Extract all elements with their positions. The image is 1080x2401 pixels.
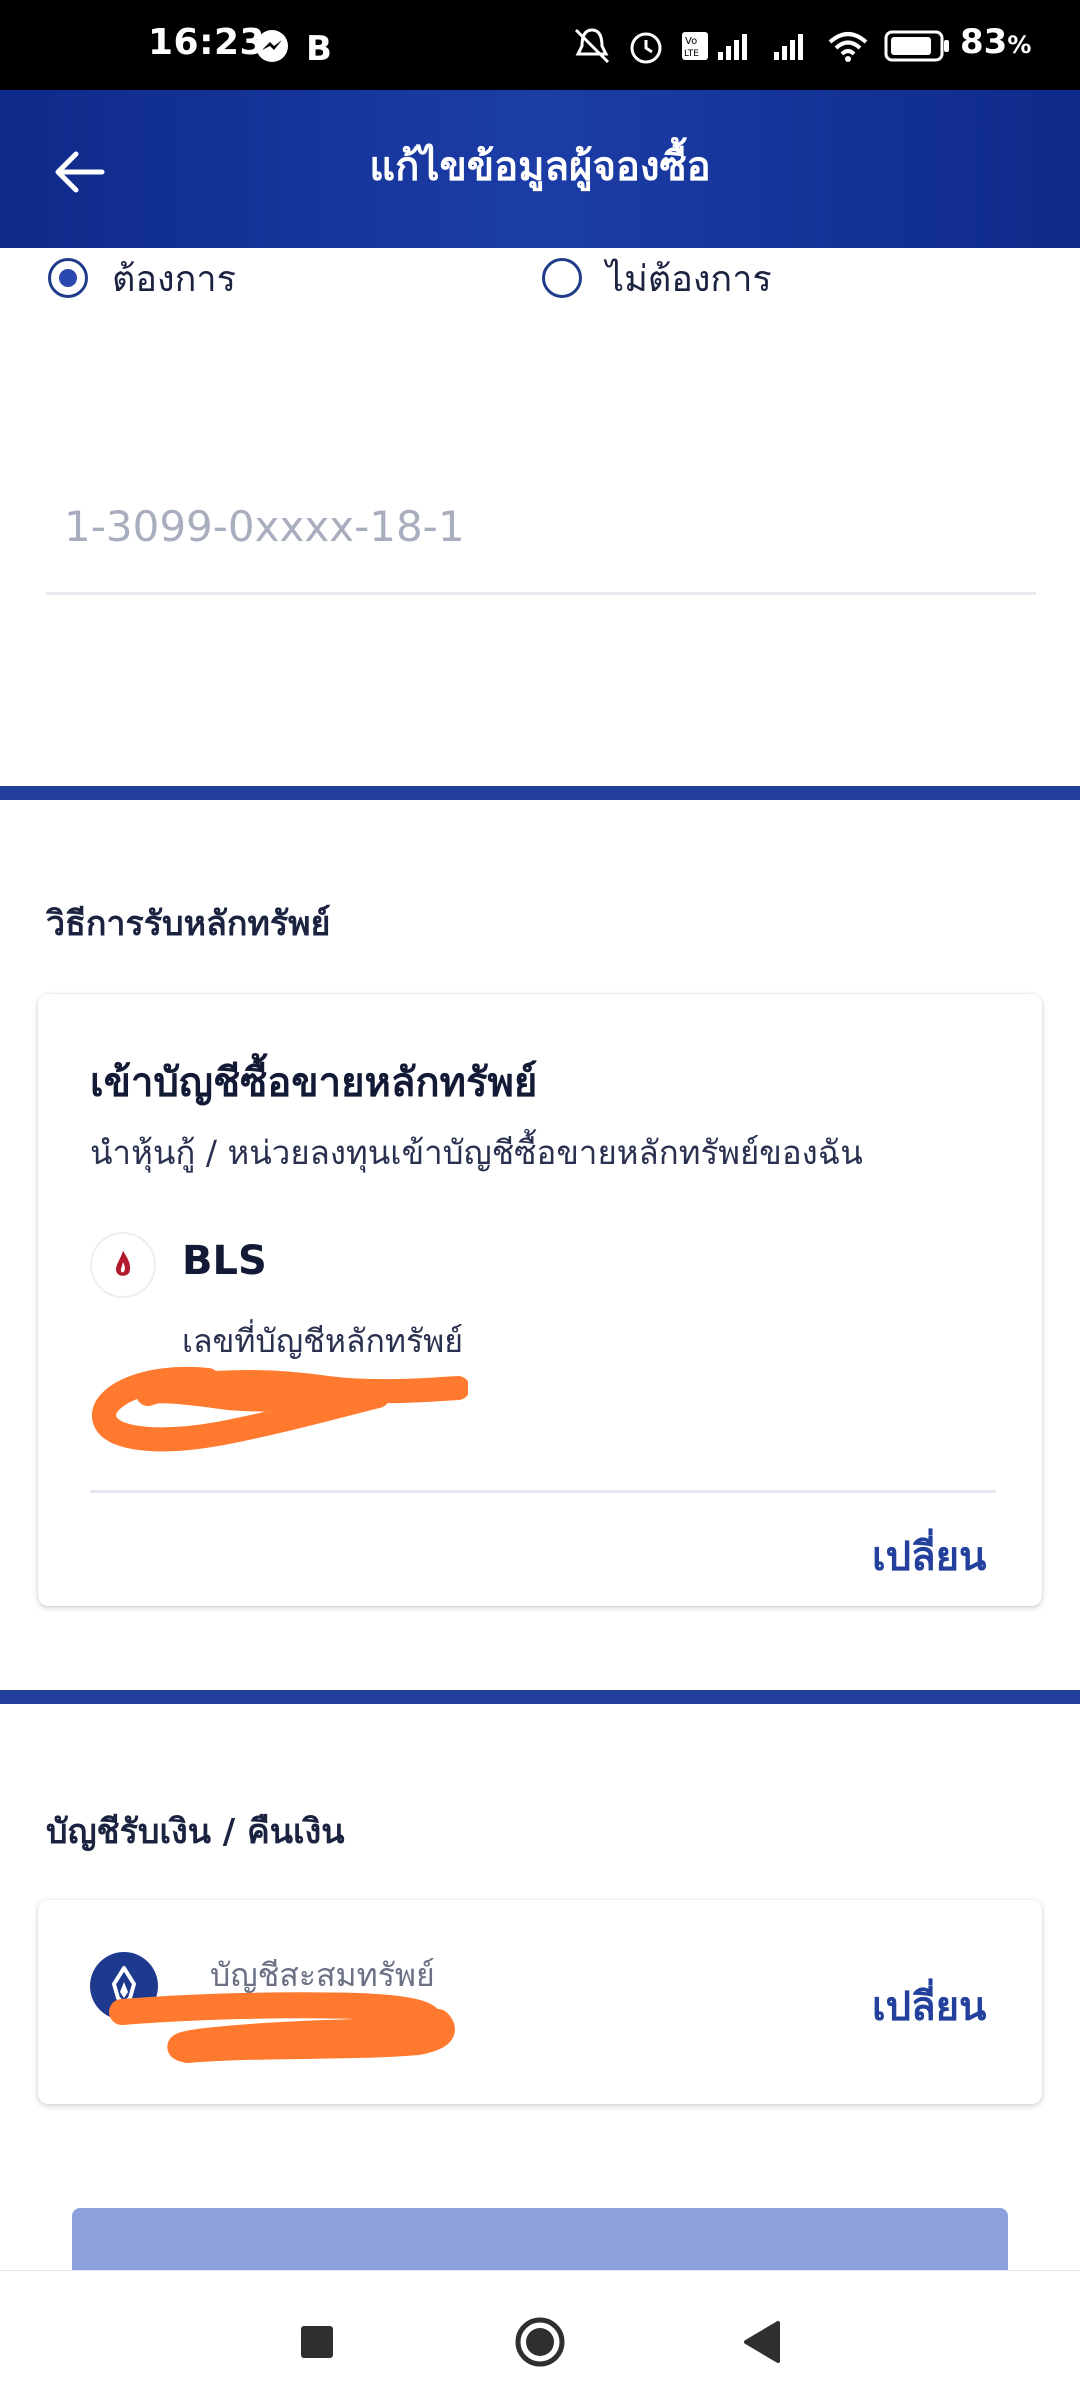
signal-icon [774, 34, 803, 60]
b-app-icon: B [306, 29, 332, 68]
battery-icon [884, 30, 949, 62]
broker-name: BLS [182, 1238, 267, 1284]
bls-logo-icon [116, 1250, 131, 1276]
back-nav-icon[interactable] [728, 2307, 798, 2377]
status-time: 16:23 [148, 22, 266, 63]
bls-logo [90, 1232, 156, 1298]
messenger-icon [256, 30, 288, 62]
card-title: เข้าบัญชีซื้อขายหลักทรัพย์ [90, 1060, 538, 1106]
svg-text:Vo: Vo [685, 36, 697, 47]
radio-button[interactable] [48, 258, 88, 298]
redaction-scribble [109, 1992, 455, 2063]
radio-option-not-want[interactable]: ไม่ต้องการ [542, 248, 772, 308]
redaction-scribble [92, 1367, 468, 1452]
change-bank-button[interactable]: เปลี่ยน [872, 1974, 986, 2038]
id-card-field[interactable]: 1-3099-0xxxx-18-1 [46, 488, 1036, 595]
refund-section-title: บัญชีรับเงิน / คืนเงิน [46, 1812, 345, 1852]
page-title: แก้ไขข้อมูลผู้จองซื้อ [369, 144, 711, 190]
radio-label: ไม่ต้องการ [606, 258, 772, 300]
status-bar: 16:23 B Vo LTE 83% [0, 0, 1080, 90]
change-broker-button[interactable]: เปลี่ยน [872, 1524, 986, 1588]
alarm-icon [630, 32, 662, 64]
bank-account-card: บัญชีสะสมทรัพย์ เปลี่ยน [38, 1900, 1042, 2104]
radio-label: ต้องการ [112, 258, 236, 300]
section-divider [0, 1690, 1080, 1704]
svg-text:LTE: LTE [684, 49, 699, 59]
card-divider [90, 1490, 996, 1493]
id-card-value: 1-3099-0xxxx-18-1 [64, 502, 465, 551]
system-nav-bar [0, 2270, 1080, 2401]
card-description: นำหุ้นกู้ / หน่วยลงทุนเข้าบัญชีซื้อขายหล… [90, 1133, 863, 1172]
radio-option-want[interactable]: ต้องการ [48, 248, 236, 308]
securities-section-title: วิธีการรับหลักทรัพย์ [46, 904, 331, 944]
wifi-icon [828, 32, 868, 62]
broker-account-card: เข้าบัญชีซื้อขายหลักทรัพย์ นำหุ้นกู้ / ห… [38, 994, 1042, 1606]
svg-text:B: B [306, 29, 332, 68]
recents-icon[interactable] [282, 2307, 352, 2377]
battery-percent: 83% [960, 22, 1032, 62]
signal-icon [718, 34, 747, 60]
radio-button[interactable] [542, 258, 582, 298]
home-icon[interactable] [505, 2307, 575, 2377]
app-header: แก้ไขข้อมูลผู้จองซื้อ [0, 90, 1080, 248]
bell-muted-icon [574, 28, 610, 64]
section-divider [0, 786, 1080, 800]
